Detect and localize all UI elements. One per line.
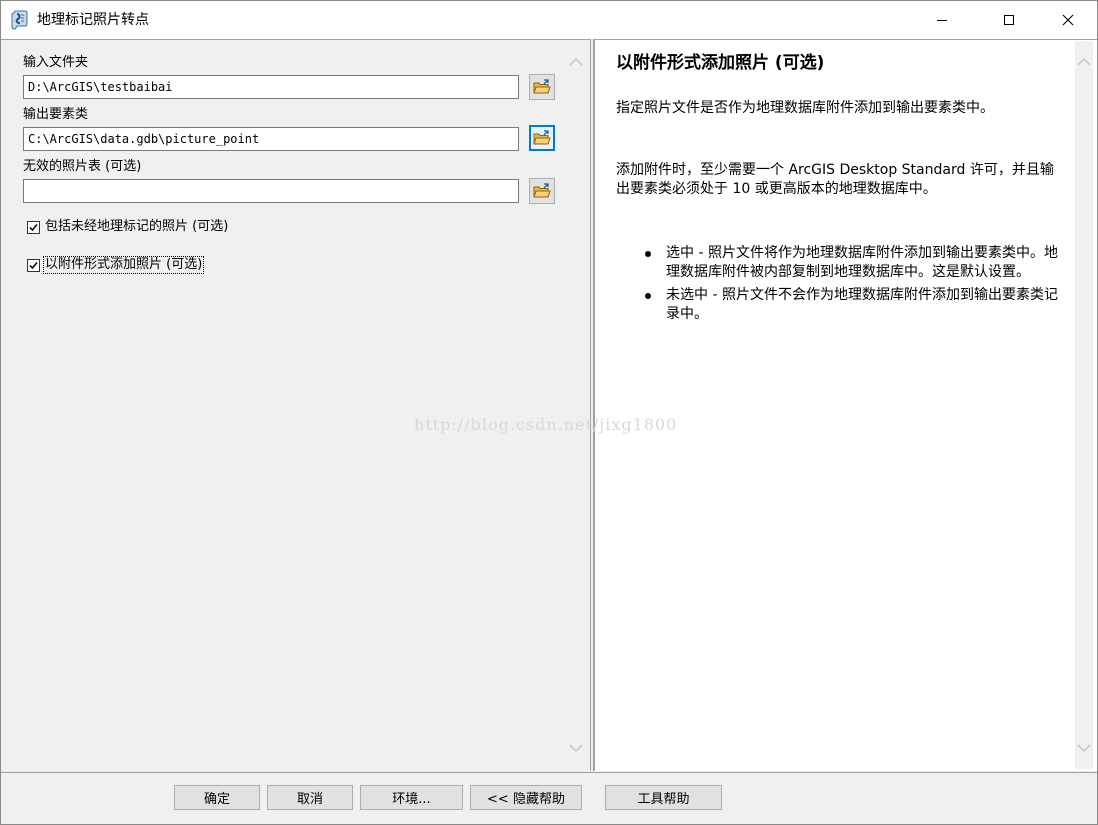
cancel-button[interactable]: 取消 bbox=[267, 785, 353, 810]
add-as-attachments-checkbox-row[interactable]: 以附件形式添加照片 (可选) bbox=[27, 256, 205, 274]
tool-dialog-window: 地理标记照片转点 输入文件夹 输出要素类 bbox=[0, 0, 1098, 825]
open-folder-icon bbox=[533, 130, 551, 145]
add-as-attachments-checkbox[interactable] bbox=[27, 258, 40, 272]
help-panel: 以附件形式添加照片 (可选) 指定照片文件是否作为地理数据库附件添加到输出要素类… bbox=[593, 39, 1097, 771]
invalid-photos-table-field[interactable] bbox=[23, 179, 519, 203]
scroll-up-button[interactable] bbox=[1075, 53, 1093, 71]
help-paragraph: 指定照片文件是否作为地理数据库附件添加到输出要素类中。 bbox=[616, 100, 994, 116]
invalid-photos-table-label: 无效的照片表 (可选) bbox=[23, 159, 142, 174]
tool-help-button[interactable]: 工具帮助 bbox=[605, 785, 722, 810]
chevron-up-icon bbox=[569, 57, 583, 66]
chevron-down-icon bbox=[1077, 744, 1091, 753]
include-non-geotagged-label: 包括未经地理标记的照片 (可选) bbox=[45, 219, 229, 234]
scroll-down-button[interactable] bbox=[1075, 739, 1093, 757]
window-title: 地理标记照片转点 bbox=[37, 12, 149, 28]
input-folder-label: 输入文件夹 bbox=[23, 55, 89, 70]
maximize-button[interactable] bbox=[980, 1, 1038, 39]
include-non-geotagged-checkbox-row[interactable]: 包括未经地理标记的照片 (可选) bbox=[27, 218, 229, 236]
help-paragraph: 添加附件时，至少需要一个 ArcGIS Desktop Standard 许可，… bbox=[616, 162, 1054, 197]
output-features-browse-button[interactable] bbox=[529, 125, 555, 151]
maximize-icon bbox=[1004, 15, 1014, 25]
scroll-up-button[interactable] bbox=[567, 53, 585, 71]
invalid-photos-table-browse-button[interactable] bbox=[529, 178, 555, 204]
parameters-panel: 输入文件夹 输出要素类 无效的照片表 (可选) bbox=[1, 39, 591, 771]
minimize-icon bbox=[937, 20, 947, 21]
list-item: 未选中 - 照片文件不会作为地理数据库附件添加到输出要素类记录中。 bbox=[645, 286, 1060, 324]
input-folder-browse-button[interactable] bbox=[529, 74, 555, 100]
help-title: 以附件形式添加照片 (可选) bbox=[616, 53, 825, 73]
minimize-button[interactable] bbox=[913, 1, 971, 39]
watermark-text: http://blog.csdn.net/jixg1800 bbox=[414, 415, 678, 434]
button-bar: 确定 取消 环境... << 隐藏帮助 工具帮助 bbox=[1, 772, 1097, 824]
parameters-scrollbar[interactable] bbox=[567, 41, 585, 769]
close-icon bbox=[1062, 14, 1074, 26]
chevron-up-icon bbox=[1077, 57, 1091, 66]
toolbox-script-icon bbox=[10, 10, 30, 30]
list-item: 选中 - 照片文件将作为地理数据库附件添加到输出要素类中。地理数据库附件被内部复… bbox=[645, 244, 1060, 282]
scroll-down-button[interactable] bbox=[567, 739, 585, 757]
open-folder-icon bbox=[533, 183, 551, 198]
chevron-down-icon bbox=[569, 744, 583, 753]
environments-button[interactable]: 环境... bbox=[360, 785, 463, 810]
hide-help-button[interactable]: << 隐藏帮助 bbox=[470, 785, 582, 810]
open-folder-icon bbox=[533, 79, 551, 94]
output-features-label: 输出要素类 bbox=[23, 107, 89, 122]
include-non-geotagged-checkbox[interactable] bbox=[27, 220, 40, 234]
checkmark-icon bbox=[29, 261, 38, 269]
close-button[interactable] bbox=[1039, 1, 1097, 39]
input-folder-field[interactable] bbox=[23, 75, 519, 99]
title-bar[interactable]: 地理标记照片转点 bbox=[1, 1, 1097, 39]
help-scrollbar[interactable] bbox=[1075, 41, 1093, 769]
checkmark-icon bbox=[29, 223, 38, 231]
help-bullet-list: 选中 - 照片文件将作为地理数据库附件添加到输出要素类中。地理数据库附件被内部复… bbox=[645, 244, 1060, 328]
ok-button[interactable]: 确定 bbox=[174, 785, 260, 810]
output-features-field[interactable] bbox=[23, 127, 519, 151]
add-as-attachments-label: 以附件形式添加照片 (可选) bbox=[42, 256, 205, 274]
